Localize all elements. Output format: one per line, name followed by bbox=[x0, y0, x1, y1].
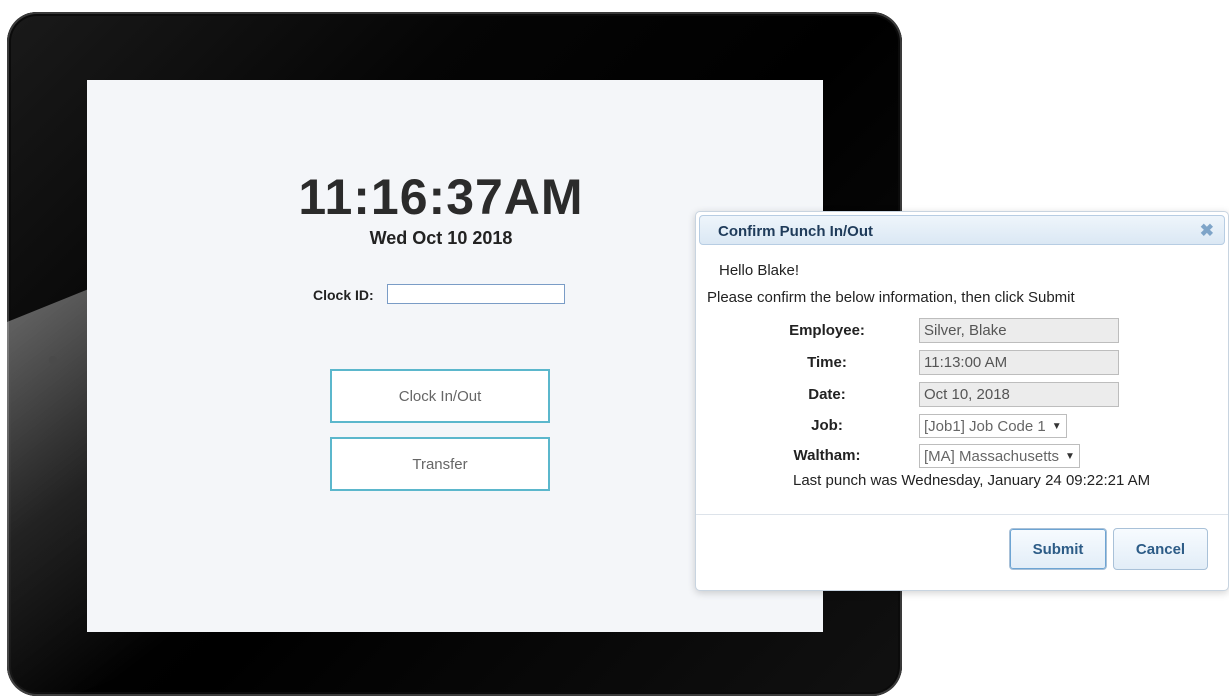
clock-in-out-button[interactable]: Clock In/Out bbox=[330, 369, 550, 423]
job-label: Job: bbox=[811, 417, 843, 434]
location-select-value: [MA] Massachusetts bbox=[924, 448, 1060, 465]
instructions-text: Please confirm the below information, th… bbox=[707, 289, 1075, 306]
current-date: Wed Oct 10 2018 bbox=[369, 228, 513, 248]
chevron-down-icon: ▼ bbox=[1051, 421, 1062, 432]
dialog-header: Confirm Punch In/Out ✖ bbox=[699, 215, 1225, 245]
time-field: 11:13:00 AM bbox=[919, 350, 1119, 375]
close-icon[interactable]: ✖ bbox=[1200, 221, 1214, 241]
clock-id-label: Clock ID: bbox=[313, 287, 374, 303]
dialog-divider bbox=[696, 514, 1228, 515]
employee-label: Employee: bbox=[789, 322, 865, 339]
location-select[interactable]: [MA] Massachusetts ▼ bbox=[919, 444, 1080, 468]
submit-button[interactable]: Submit bbox=[1009, 528, 1107, 570]
greeting-text: Hello Blake! bbox=[719, 262, 800, 279]
camera-dot bbox=[49, 356, 57, 364]
transfer-button[interactable]: Transfer bbox=[330, 437, 550, 491]
date-label: Date: bbox=[808, 386, 846, 403]
clock-id-input[interactable] bbox=[387, 284, 565, 304]
confirm-punch-dialog: Confirm Punch In/Out ✖ Hello Blake! Plea… bbox=[695, 211, 1229, 591]
current-time: 11:16:37AM bbox=[298, 169, 584, 225]
job-select-value: [Job1] Job Code 1 bbox=[924, 418, 1046, 435]
last-punch-text: Last punch was Wednesday, January 24 09:… bbox=[793, 472, 1151, 489]
date-field: Oct 10, 2018 bbox=[919, 382, 1119, 407]
employee-field: Silver, Blake bbox=[919, 318, 1119, 343]
job-select[interactable]: [Job1] Job Code 1 ▼ bbox=[919, 414, 1067, 438]
cancel-button[interactable]: Cancel bbox=[1113, 528, 1208, 570]
time-label: Time: bbox=[807, 354, 847, 371]
location-label: Waltham: bbox=[793, 447, 861, 464]
chevron-down-icon: ▼ bbox=[1065, 451, 1075, 462]
dialog-title: Confirm Punch In/Out bbox=[718, 223, 873, 240]
